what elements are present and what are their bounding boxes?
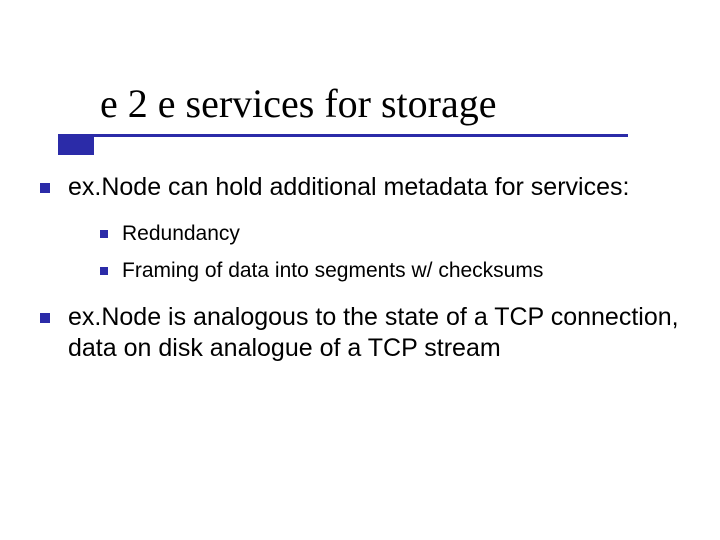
bullet-text: ex.Node can hold additional metadata for… bbox=[68, 172, 629, 203]
bullet-level1: ex.Node can hold additional metadata for… bbox=[40, 172, 680, 203]
slide-body: ex.Node can hold additional metadata for… bbox=[40, 172, 680, 374]
square-bullet-icon bbox=[40, 313, 50, 323]
bullet-text: ex.Node is analogous to the state of a T… bbox=[68, 302, 680, 365]
title-underline bbox=[58, 134, 628, 137]
bullet-text: Redundancy bbox=[122, 221, 240, 247]
bullet-level1: ex.Node is analogous to the state of a T… bbox=[40, 302, 680, 365]
square-bullet-icon bbox=[40, 183, 50, 193]
bullet-level2: Framing of data into segments w/ checksu… bbox=[100, 258, 680, 284]
square-bullet-icon bbox=[100, 267, 108, 275]
bullet-level2: Redundancy bbox=[100, 221, 680, 247]
bullet-text: Framing of data into segments w/ checksu… bbox=[122, 258, 543, 284]
square-bullet-icon bbox=[100, 230, 108, 238]
slide: e 2 e services for storage ex.Node can h… bbox=[0, 0, 720, 540]
title-underline-stub bbox=[58, 137, 94, 155]
slide-title: e 2 e services for storage bbox=[100, 80, 680, 127]
